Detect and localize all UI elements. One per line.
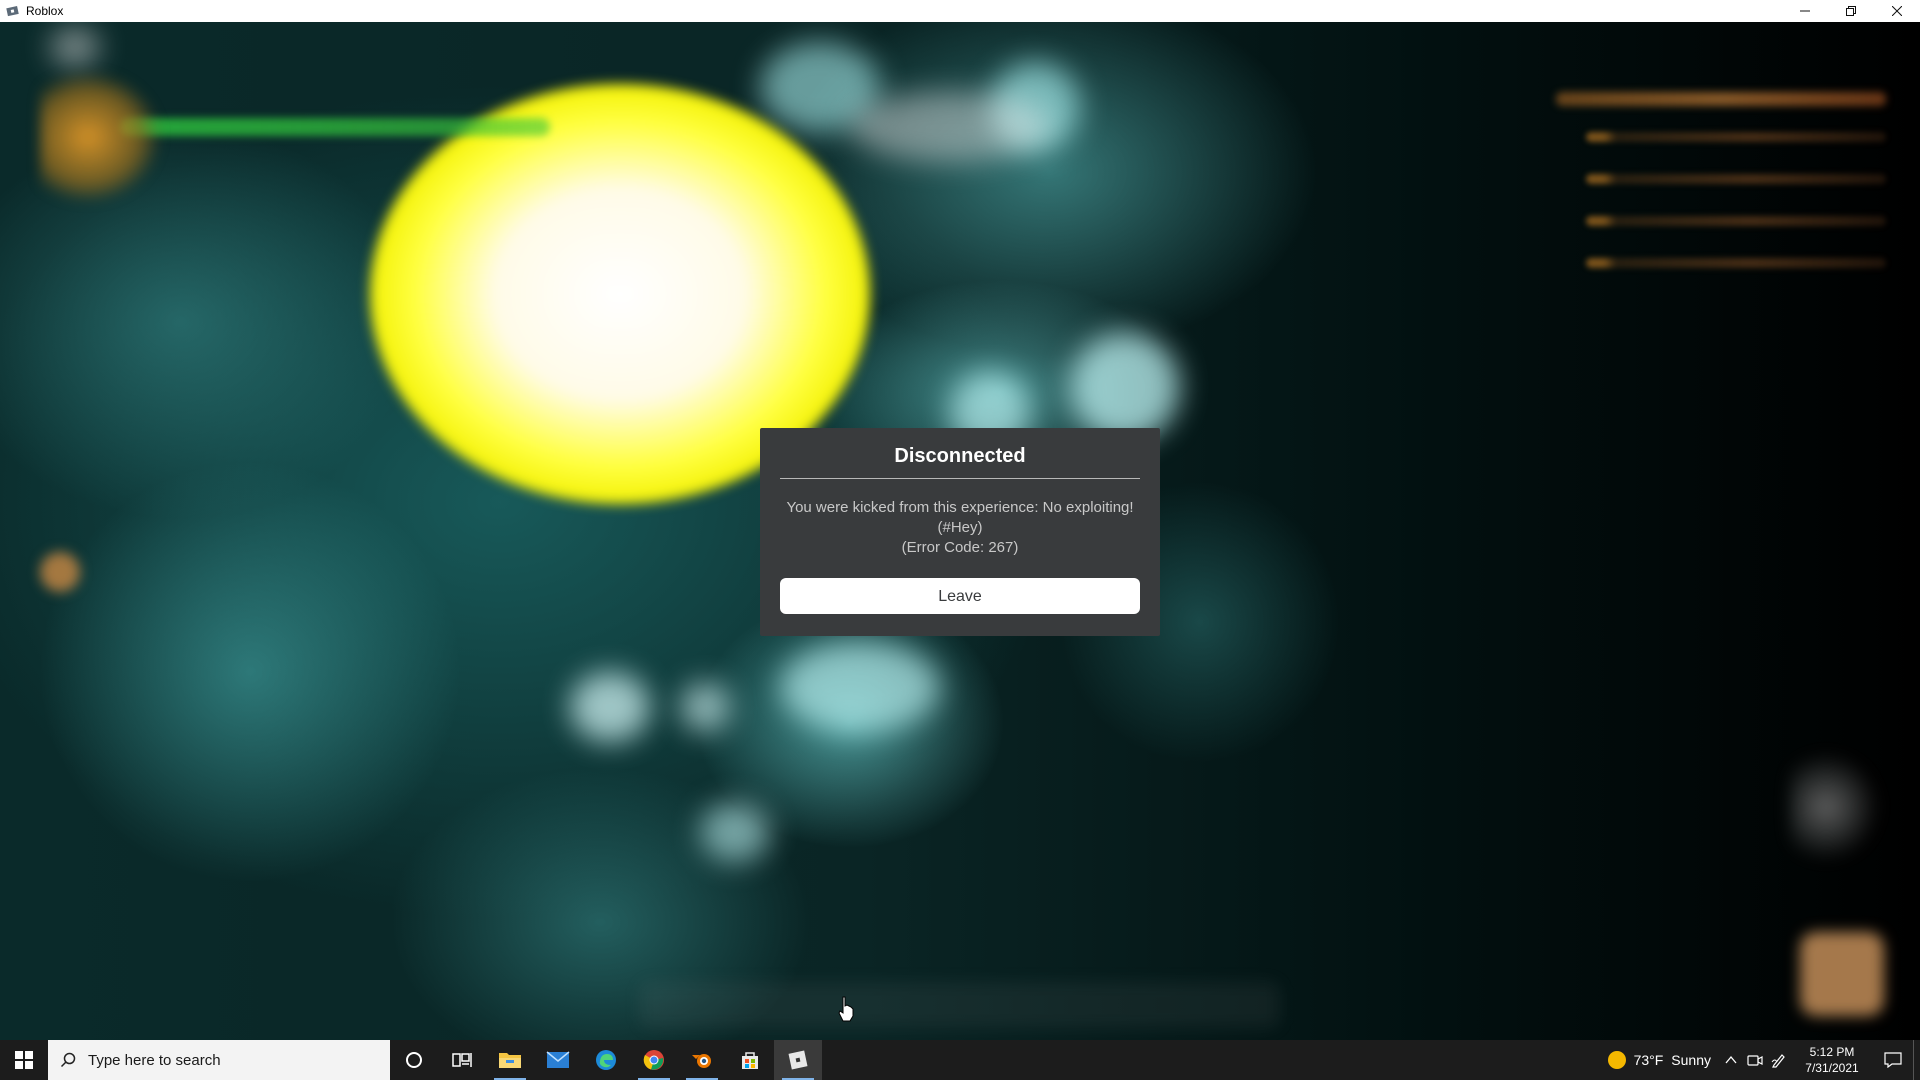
taskbar-search-box[interactable]: Type here to search	[48, 1040, 390, 1080]
background-glow	[680, 682, 730, 732]
hud-side-marker	[40, 552, 80, 592]
start-button[interactable]	[0, 1040, 48, 1080]
minimize-icon	[1800, 10, 1810, 12]
restore-button[interactable]	[1828, 0, 1874, 22]
windows-taskbar: Type here to search 73°F Sunny 5:12 PM 7…	[0, 1040, 1920, 1080]
microsoft-store-icon	[742, 1052, 758, 1069]
hand-cursor-icon	[838, 996, 854, 1022]
file-explorer-icon	[499, 1053, 521, 1068]
kick-reason-text: You were kicked from this experience: No…	[786, 499, 1134, 516]
background-glow	[700, 802, 770, 862]
dialog-divider	[780, 478, 1140, 479]
mail-icon	[546, 1051, 570, 1068]
dialog-message: You were kicked from this experience: No…	[780, 498, 1140, 558]
task-view-icon	[452, 1053, 472, 1067]
disconnected-dialog: Disconnected You were kicked from this e…	[760, 428, 1160, 636]
chrome-button[interactable]	[630, 1040, 678, 1080]
roblox-taskbar-button[interactable]	[774, 1040, 822, 1080]
edge-icon	[596, 1050, 616, 1070]
close-button[interactable]	[1874, 0, 1920, 22]
weather-widget[interactable]: 73°F Sunny	[1600, 1051, 1719, 1069]
file-explorer-button[interactable]	[486, 1040, 534, 1080]
jump-button	[1800, 932, 1884, 1016]
show-hidden-icons-button[interactable]	[1719, 1040, 1743, 1080]
hud-leaderboard-header	[1556, 92, 1886, 106]
system-tray: 73°F Sunny 5:12 PM 7/31/2021	[1600, 1040, 1920, 1080]
clock-date: 7/31/2021	[1805, 1061, 1859, 1075]
close-icon	[1892, 6, 1902, 16]
cortana-button[interactable]	[390, 1040, 438, 1080]
background-glow	[1070, 332, 1180, 442]
arrow-trail	[120, 118, 550, 136]
cortana-icon	[406, 1052, 422, 1068]
kick-tag-text: (#Hey)	[937, 519, 983, 536]
hud-leaderboard-row	[1586, 258, 1886, 268]
search-placeholder: Type here to search	[88, 1051, 221, 1069]
hud-figure	[1790, 752, 1880, 862]
window-title-bar[interactable]: Roblox	[0, 0, 1920, 22]
background-glow	[850, 92, 1050, 162]
background-glow	[780, 642, 940, 732]
task-view-button[interactable]	[438, 1040, 486, 1080]
weather-condition: Sunny	[1671, 1052, 1711, 1068]
meet-now-button[interactable]	[1743, 1040, 1767, 1080]
edge-button[interactable]	[582, 1040, 630, 1080]
dialog-title: Disconnected	[894, 445, 1026, 467]
blender-icon	[692, 1054, 711, 1068]
blender-button[interactable]	[678, 1040, 726, 1080]
arrow-head	[40, 72, 160, 202]
hud-hotbar	[640, 982, 1280, 1028]
taskbar-clock[interactable]: 5:12 PM 7/31/2021	[1791, 1044, 1873, 1076]
microsoft-store-button[interactable]	[726, 1040, 774, 1080]
hud-leaderboard-row	[1586, 216, 1886, 226]
roblox-icon	[6, 4, 20, 18]
background-glow	[50, 27, 100, 67]
background-glow	[570, 672, 650, 742]
minimize-button[interactable]	[1782, 0, 1828, 22]
meet-now-icon	[1747, 1055, 1763, 1066]
sunny-weather-icon	[1607, 1051, 1626, 1069]
restore-icon	[1846, 6, 1856, 16]
window-title: Roblox	[26, 4, 64, 18]
error-code-text: (Error Code: 267)	[901, 539, 1019, 556]
clock-time: 5:12 PM	[1809, 1045, 1855, 1059]
windows-logo-icon	[15, 1051, 33, 1069]
hud-leaderboard-row	[1586, 132, 1886, 142]
mail-button[interactable]	[534, 1040, 582, 1080]
pen-icon	[1771, 1054, 1785, 1068]
hud-leaderboard-row	[1586, 174, 1886, 184]
show-desktop-button[interactable]	[1913, 1040, 1920, 1080]
notification-icon	[1884, 1052, 1902, 1068]
action-center-button[interactable]	[1873, 1040, 1913, 1080]
weather-temperature: 73°F	[1633, 1052, 1664, 1068]
chevron-up-icon	[1725, 1056, 1737, 1064]
roblox-icon	[788, 1050, 808, 1070]
leave-button[interactable]: Leave	[780, 578, 1140, 614]
pen-workspace-button[interactable]	[1767, 1040, 1791, 1080]
search-icon	[48, 1052, 88, 1068]
chrome-icon	[643, 1050, 664, 1070]
